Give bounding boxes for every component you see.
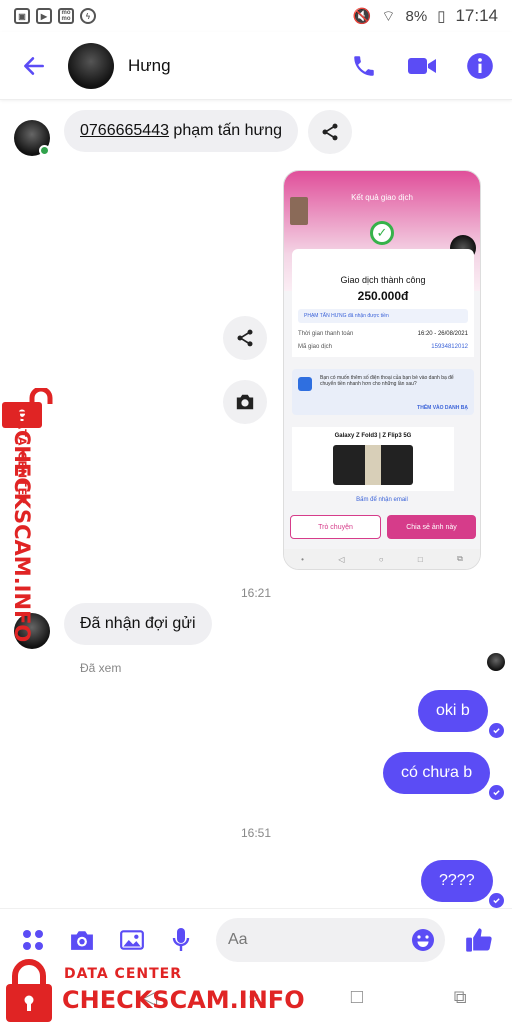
- contact-name[interactable]: Hưng: [128, 56, 171, 76]
- like-button[interactable]: [465, 925, 495, 955]
- code-value: 15934812012: [431, 344, 468, 350]
- ad-banner: Galaxy Z Fold3 | Z Flip3 5G: [292, 427, 454, 491]
- message-bubble-sent[interactable]: oki b: [418, 690, 488, 732]
- emoji-icon: [411, 928, 434, 951]
- sent-check-icon: [489, 785, 504, 800]
- status-bar: ▣ ▶ mo mo ϟ 🔇 ⌔ 8% ▯ 17:14: [0, 0, 512, 32]
- transaction-info: PHẠM TẤN HƯNG đã nhận được tiền: [298, 309, 468, 323]
- note-action: THÊM VÀO DANH BẠ: [417, 405, 468, 411]
- seen-avatar: [487, 653, 505, 671]
- thumbs-up-icon: [466, 927, 492, 952]
- watermark-side: DATA CENTER CHECKSCAM.INFO: [2, 388, 62, 643]
- success-check-icon: ✓: [370, 221, 394, 245]
- share-button[interactable]: [308, 110, 352, 154]
- transaction-amount: 250.000đ: [357, 289, 409, 303]
- email-label: Bấm để nhận email: [356, 497, 408, 503]
- lock-icon: [6, 959, 52, 1022]
- emoji-button[interactable]: [411, 928, 435, 957]
- chat-header: Hưng: [0, 32, 512, 100]
- mute-icon: 🔇: [352, 8, 372, 25]
- camera-button[interactable]: [68, 925, 98, 955]
- screenshot-share-button: Chia sẻ ảnh này: [387, 515, 476, 539]
- sent-check-icon: [489, 893, 504, 908]
- transaction-code-row: Mã giao dịch 15934812012: [292, 337, 474, 357]
- message-bubble-received[interactable]: Đã nhận đợi gửi: [64, 603, 212, 645]
- image-icon: [119, 929, 144, 950]
- message-bubble-sent[interactable]: có chưa b: [383, 752, 491, 794]
- grid-icon: [22, 929, 43, 950]
- screenshot-chat-button: Trò chuyện: [290, 515, 381, 539]
- gallery-icon: ▣: [14, 8, 30, 24]
- phone-link[interactable]: 0766665443: [80, 122, 169, 139]
- battery-level: 8%: [405, 7, 428, 25]
- screenshot-title: Kết quả giao dịch: [351, 193, 413, 202]
- watermark-big-text: CHECKSCAM.INFO: [62, 986, 305, 1014]
- phones-image: [333, 445, 413, 485]
- camera-reply-button[interactable]: [223, 380, 267, 424]
- online-indicator: [39, 145, 50, 156]
- screenshot-thumb: [290, 197, 308, 225]
- screenshot-navbar: • ◁ ○ □ ⧉: [284, 549, 480, 569]
- shared-screenshot-image[interactable]: Kết quả giao dịch Giao dịch thành công 2…: [283, 170, 481, 570]
- message-input[interactable]: [228, 930, 398, 949]
- timestamp: 16:51: [240, 826, 272, 840]
- voice-button[interactable]: [167, 925, 197, 955]
- camera-icon: [236, 394, 254, 410]
- gallery-button[interactable]: [117, 925, 147, 955]
- sent-check-icon: [489, 723, 504, 738]
- battery-icon: ▯: [437, 8, 446, 25]
- video-icon: [408, 57, 436, 74]
- watermark-big-text: CHECKSCAM.INFO: [10, 430, 34, 643]
- momo-icon: mo mo: [58, 8, 74, 24]
- message-bubble-received[interactable]: 0766665443 phạm tấn hưng: [64, 110, 298, 152]
- video-call-button[interactable]: [406, 50, 438, 82]
- back-button[interactable]: [16, 48, 52, 84]
- call-button[interactable]: [348, 50, 380, 82]
- nav-recents-icon[interactable]: □: [351, 986, 363, 1009]
- phone-icon: [354, 55, 374, 76]
- transaction-status: Giao dịch thành công: [340, 275, 426, 285]
- add-contact-note: Bạn có muốn thêm số điện thoại của bạn b…: [292, 369, 474, 415]
- nav-switch-icon[interactable]: ⧉: [454, 987, 467, 1008]
- info-button[interactable]: [464, 50, 496, 82]
- ad-title: Galaxy Z Fold3 | Z Flip3 5G: [334, 433, 412, 439]
- contact-avatar[interactable]: [68, 42, 114, 89]
- message-bubble-sent[interactable]: ????: [421, 860, 493, 902]
- message-input-box[interactable]: [216, 917, 445, 962]
- info-icon: [467, 52, 493, 79]
- share-image-button[interactable]: [223, 316, 267, 360]
- microphone-icon: [173, 927, 190, 951]
- contact-icon: [298, 377, 312, 391]
- code-label: Mã giao dịch: [298, 344, 333, 350]
- share-icon: [237, 329, 253, 347]
- message-text: phạm tấn hưng: [168, 122, 282, 139]
- share-icon: [322, 123, 338, 141]
- watermark-small-text: DATA CENTER: [64, 966, 182, 982]
- wifi-icon: ⌔: [381, 7, 396, 25]
- camera-icon: [71, 930, 94, 950]
- clock: 17:14: [455, 6, 498, 25]
- seen-label: Đã xem: [80, 661, 122, 675]
- messenger-icon: ϟ: [80, 8, 96, 24]
- youtube-icon: ▶: [36, 8, 52, 24]
- transaction-card: Giao dịch thành công 250.000đ PHẠM TẤN H…: [292, 249, 474, 349]
- more-actions-button[interactable]: [18, 925, 48, 955]
- watermark-bottom: DATA CENTER CHECKSCAM.INFO: [4, 958, 305, 1022]
- note-text: Bạn có muốn thêm số điện thoại của bạn b…: [320, 375, 454, 387]
- arrow-left-icon: [24, 56, 44, 75]
- timestamp: 16:21: [240, 586, 272, 600]
